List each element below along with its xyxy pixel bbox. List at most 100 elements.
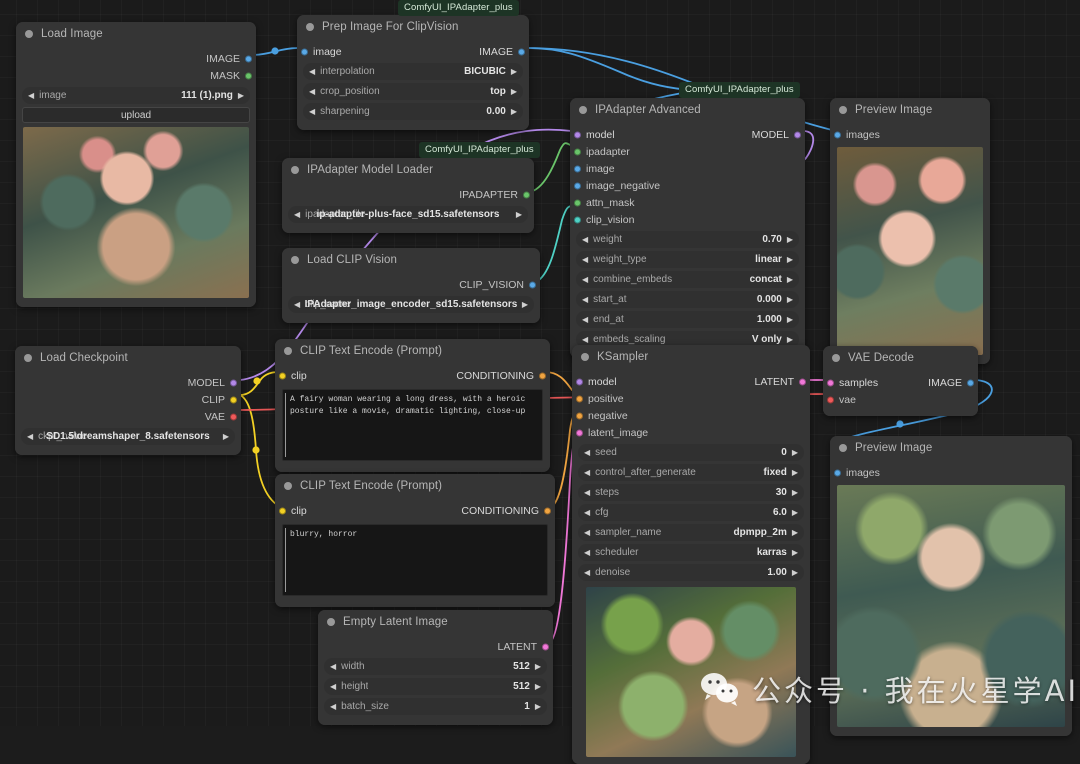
widget-steps[interactable]: ◀ steps 30 ▶ bbox=[578, 484, 804, 501]
widget-seed[interactable]: ◀ seed 0 ▶ bbox=[578, 444, 804, 461]
chevron-left-icon[interactable]: ◀ bbox=[584, 508, 590, 517]
chevron-right-icon[interactable]: ▶ bbox=[792, 448, 798, 457]
chevron-left-icon[interactable]: ◀ bbox=[582, 295, 588, 304]
chevron-left-icon[interactable]: ◀ bbox=[309, 87, 315, 96]
widget-sharpening[interactable]: ◀ sharpening 0.00 ▶ bbox=[303, 103, 523, 120]
slot-row-samples[interactable]: samples IMAGE bbox=[823, 375, 978, 391]
output-slot-clip-vision[interactable]: CLIP_VISION bbox=[282, 277, 540, 293]
slot-dot-icon[interactable] bbox=[574, 165, 581, 173]
chevron-left-icon[interactable]: ◀ bbox=[584, 548, 590, 557]
widget-end-at[interactable]: ◀ end_at 1.000 ▶ bbox=[576, 311, 799, 328]
chevron-right-icon[interactable]: ▶ bbox=[787, 235, 793, 244]
slot-dot-icon[interactable] bbox=[574, 131, 581, 139]
input-slot-images[interactable]: images bbox=[830, 127, 990, 143]
slot-dot-icon[interactable] bbox=[576, 429, 583, 437]
chevron-left-icon[interactable]: ◀ bbox=[582, 335, 588, 344]
widget-denoise[interactable]: ◀ denoise 1.00 ▶ bbox=[578, 564, 804, 581]
chevron-right-icon[interactable]: ▶ bbox=[516, 210, 522, 219]
input-slot-vae[interactable]: vae bbox=[823, 392, 978, 408]
node-load-clip-vision[interactable]: Load CLIP Vision CLIP_VISION ◀ clip_name… bbox=[282, 248, 540, 323]
node-load-checkpoint[interactable]: Load Checkpoint MODEL CLIP VAE ◀ ckpt_na… bbox=[15, 346, 241, 455]
slot-dot-icon[interactable] bbox=[544, 507, 551, 515]
chevron-left-icon[interactable]: ◀ bbox=[584, 448, 590, 457]
slot-dot-icon[interactable] bbox=[827, 396, 834, 404]
output-slot-image[interactable]: IMAGE bbox=[16, 51, 256, 67]
node-ipadapter-advanced[interactable]: IPAdapter Advanced model MODEL ipadapter… bbox=[570, 98, 805, 358]
widget-combine-embeds[interactable]: ◀ combine_embeds concat ▶ bbox=[576, 271, 799, 288]
collapse-dot-icon[interactable] bbox=[24, 354, 32, 362]
upload-button[interactable]: upload bbox=[22, 107, 250, 123]
collapse-dot-icon[interactable] bbox=[25, 30, 33, 38]
slot-dot-icon[interactable] bbox=[574, 216, 581, 224]
widget-width[interactable]: ◀ width 512 ▶ bbox=[324, 658, 547, 675]
slot-dot-icon[interactable] bbox=[230, 413, 237, 421]
slot-dot-icon[interactable] bbox=[834, 469, 841, 477]
chevron-right-icon[interactable]: ▶ bbox=[787, 335, 793, 344]
prompt-textarea[interactable]: blurry, horror bbox=[282, 524, 548, 596]
node-load-image[interactable]: Load Image IMAGE MASK ◀ image 111 (1).pn… bbox=[16, 22, 256, 307]
chevron-left-icon[interactable]: ◀ bbox=[582, 275, 588, 284]
chevron-right-icon[interactable]: ▶ bbox=[535, 702, 541, 711]
slot-dot-icon[interactable] bbox=[523, 191, 530, 199]
slot-dot-icon[interactable] bbox=[539, 372, 546, 380]
chevron-left-icon[interactable]: ◀ bbox=[582, 315, 588, 324]
widget-clip-name[interactable]: ◀ clip_name IPAdapter_image_encoder_sd15… bbox=[288, 296, 534, 313]
slot-dot-icon[interactable] bbox=[834, 131, 841, 139]
slot-dot-icon[interactable] bbox=[574, 182, 581, 190]
input-slot-attn-mask[interactable]: attn_mask bbox=[570, 195, 805, 211]
chevron-right-icon[interactable]: ▶ bbox=[238, 91, 244, 100]
chevron-left-icon[interactable]: ◀ bbox=[27, 432, 33, 441]
slot-dot-icon[interactable] bbox=[518, 48, 525, 56]
slot-dot-icon[interactable] bbox=[574, 199, 581, 207]
chevron-right-icon[interactable]: ▶ bbox=[792, 488, 798, 497]
prompt-textarea[interactable]: A fairy woman wearing a long dress, with… bbox=[282, 389, 543, 461]
output-slot-mask[interactable]: MASK bbox=[16, 68, 256, 84]
chevron-right-icon[interactable]: ▶ bbox=[535, 682, 541, 691]
collapse-dot-icon[interactable] bbox=[291, 166, 299, 174]
slot-row-model[interactable]: model MODEL bbox=[570, 127, 805, 143]
chevron-right-icon[interactable]: ▶ bbox=[792, 508, 798, 517]
chevron-left-icon[interactable]: ◀ bbox=[584, 488, 590, 497]
slot-dot-icon[interactable] bbox=[576, 412, 583, 420]
collapse-dot-icon[interactable] bbox=[327, 618, 335, 626]
chevron-left-icon[interactable]: ◀ bbox=[584, 528, 590, 537]
slot-dot-icon[interactable] bbox=[529, 281, 536, 289]
chevron-right-icon[interactable]: ▶ bbox=[535, 662, 541, 671]
chevron-right-icon[interactable]: ▶ bbox=[511, 67, 517, 76]
collapse-dot-icon[interactable] bbox=[839, 106, 847, 114]
slot-dot-icon[interactable] bbox=[574, 148, 581, 156]
output-slot-model[interactable]: MODEL bbox=[15, 375, 241, 391]
widget-height[interactable]: ◀ height 512 ▶ bbox=[324, 678, 547, 695]
widget-cfg[interactable]: ◀ cfg 6.0 ▶ bbox=[578, 504, 804, 521]
slot-dot-icon[interactable] bbox=[279, 372, 286, 380]
collapse-dot-icon[interactable] bbox=[581, 353, 589, 361]
chevron-left-icon[interactable]: ◀ bbox=[330, 682, 336, 691]
slot-dot-icon[interactable] bbox=[230, 379, 237, 387]
input-slot-negative[interactable]: negative bbox=[572, 408, 810, 424]
output-slot-latent[interactable]: LATENT bbox=[318, 639, 553, 655]
chevron-left-icon[interactable]: ◀ bbox=[28, 91, 34, 100]
slot-dot-icon[interactable] bbox=[576, 378, 583, 386]
node-prep-image-for-clipvision[interactable]: Prep Image For ClipVision image IMAGE ◀ … bbox=[297, 15, 529, 130]
chevron-right-icon[interactable]: ▶ bbox=[787, 315, 793, 324]
slot-dot-icon[interactable] bbox=[245, 55, 252, 63]
chevron-left-icon[interactable]: ◀ bbox=[582, 255, 588, 264]
output-slot-ipadapter[interactable]: IPADAPTER bbox=[282, 187, 534, 203]
node-clip-text-encode-negative[interactable]: CLIP Text Encode (Prompt) clip CONDITION… bbox=[275, 474, 555, 607]
widget-crop-position[interactable]: ◀ crop_position top ▶ bbox=[303, 83, 523, 100]
slot-dot-icon[interactable] bbox=[245, 72, 252, 80]
chevron-right-icon[interactable]: ▶ bbox=[792, 528, 798, 537]
output-slot-vae[interactable]: VAE bbox=[15, 409, 241, 425]
collapse-dot-icon[interactable] bbox=[284, 347, 292, 355]
chevron-right-icon[interactable]: ▶ bbox=[787, 295, 793, 304]
slot-dot-icon[interactable] bbox=[576, 395, 583, 403]
node-empty-latent-image[interactable]: Empty Latent Image LATENT ◀ width 512 ▶ … bbox=[318, 610, 553, 725]
widget-start-at[interactable]: ◀ start_at 0.000 ▶ bbox=[576, 291, 799, 308]
node-ksampler[interactable]: KSampler model LATENT positive negative … bbox=[572, 345, 810, 764]
chevron-left-icon[interactable]: ◀ bbox=[582, 235, 588, 244]
widget-ipadapter-file[interactable]: ◀ ipadapter_file ip-adapter-plus-face_sd… bbox=[288, 206, 528, 223]
widget-batch-size[interactable]: ◀ batch_size 1 ▶ bbox=[324, 698, 547, 715]
slot-dot-icon[interactable] bbox=[279, 507, 286, 515]
widget-weight-type[interactable]: ◀ weight_type linear ▶ bbox=[576, 251, 799, 268]
chevron-left-icon[interactable]: ◀ bbox=[330, 662, 336, 671]
